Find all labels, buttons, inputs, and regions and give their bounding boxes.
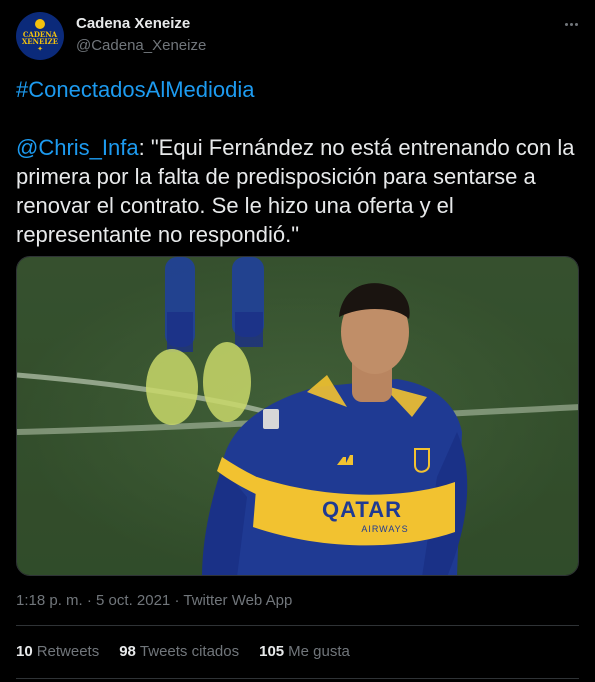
- author-display-name[interactable]: Cadena Xeneize: [76, 15, 190, 32]
- sponsor-text: QATAR: [322, 497, 402, 522]
- hashtag-link[interactable]: #ConectadosAlMediodia: [16, 77, 255, 102]
- quote-tweets-stat[interactable]: 98 Tweets citados: [119, 643, 239, 660]
- meta-separator: ·: [174, 592, 180, 609]
- likes-label: Me gusta: [288, 643, 350, 660]
- divider: [16, 625, 579, 626]
- mention-link[interactable]: @Chris_Infa: [16, 135, 139, 160]
- tweet-text: #ConectadosAlMediodia @Chris_Infa: "Equi…: [16, 75, 581, 249]
- tweet-stats: 10 Retweets 98 Tweets citados 105 Me gus…: [16, 643, 350, 660]
- tweet-time[interactable]: 1:18 p. m.: [16, 592, 83, 609]
- retweets-count: 10: [16, 643, 33, 660]
- more-horizontal-icon-dot: [574, 22, 578, 26]
- sponsor-subtext: AIRWAYS: [361, 524, 408, 534]
- more-horizontal-icon: [564, 22, 568, 26]
- tweet-source[interactable]: Twitter Web App: [183, 592, 292, 609]
- retweets-label: Retweets: [36, 643, 100, 660]
- author-handle[interactable]: @Cadena_Xeneize: [76, 37, 206, 54]
- avatar[interactable]: CADENA XENEIZE ✦: [16, 12, 64, 60]
- tweet-card: CADENA XENEIZE ✦ Cadena Xeneize @Cadena_…: [0, 0, 595, 682]
- more-horizontal-icon-dot: [569, 22, 573, 26]
- tweet-date[interactable]: 5 oct. 2021: [96, 592, 170, 609]
- bird-icon: ✦: [37, 45, 43, 53]
- divider: [16, 678, 579, 679]
- tweet-metadata: 1:18 p. m. · 5 oct. 2021 · Twitter Web A…: [16, 592, 292, 609]
- tweet-photo[interactable]: QATAR AIRWAYS: [16, 256, 579, 576]
- avatar-logo-text: CADENA XENEIZE: [21, 29, 59, 46]
- likes-count: 105: [259, 643, 285, 660]
- retweets-stat[interactable]: 10 Retweets: [16, 643, 99, 660]
- logo-ball-icon: [35, 18, 45, 29]
- more-options-button[interactable]: [559, 14, 583, 34]
- meta-separator: ·: [86, 592, 92, 609]
- quote-tweets-label: Tweets citados: [139, 643, 240, 660]
- quote-tweets-count: 98: [119, 643, 136, 660]
- likes-stat[interactable]: 105 Me gusta: [259, 643, 350, 660]
- photo-scene: QATAR AIRWAYS: [17, 257, 578, 575]
